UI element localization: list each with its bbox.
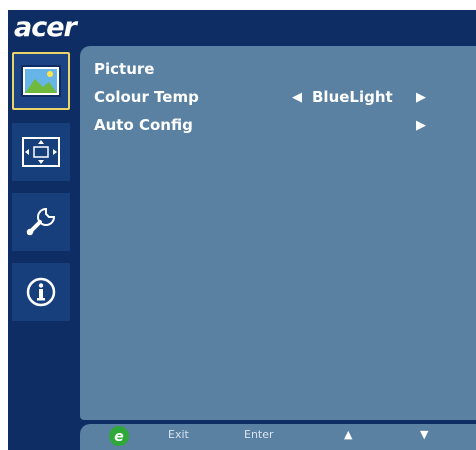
colour-temp-value: BlueLight — [312, 88, 393, 106]
acer-logo: acer — [14, 12, 77, 43]
e-key-icon[interactable]: e — [108, 425, 130, 447]
arrow-left-icon[interactable]: ◀ — [292, 90, 302, 105]
menu-picture[interactable] — [12, 52, 70, 110]
svg-text:e: e — [114, 429, 124, 445]
menu-information[interactable] — [12, 263, 70, 321]
menu-setup[interactable] — [12, 193, 70, 251]
colour-temp-label: Colour Temp — [94, 88, 199, 106]
bottom-key-bar: e Exit Enter ▲ ▼ — [80, 424, 476, 450]
auto-config-label: Auto Config — [94, 116, 193, 134]
image-position-icon — [22, 137, 60, 167]
information-icon — [26, 277, 56, 307]
monitor-osd: acer Picture Colour Temp ◀ BlueLight ▶ A… — [8, 10, 476, 450]
menu-image-position[interactable] — [12, 123, 70, 181]
auto-config-row[interactable]: Auto Config ▶ — [94, 116, 474, 138]
picture-icon — [21, 65, 61, 97]
panel-title: Picture — [94, 60, 155, 78]
wrench-icon — [26, 207, 56, 236]
enter-label[interactable]: Enter — [244, 428, 274, 441]
exit-label[interactable]: Exit — [168, 428, 189, 441]
up-arrow-icon[interactable]: ▲ — [344, 428, 352, 441]
arrow-right-icon[interactable]: ▶ — [416, 118, 426, 133]
colour-temp-row[interactable]: Colour Temp ◀ BlueLight ▶ — [94, 88, 474, 110]
arrow-right-icon[interactable]: ▶ — [416, 90, 426, 105]
picture-panel: Picture Colour Temp ◀ BlueLight ▶ Auto C… — [80, 46, 476, 420]
down-arrow-icon[interactable]: ▼ — [420, 428, 428, 441]
